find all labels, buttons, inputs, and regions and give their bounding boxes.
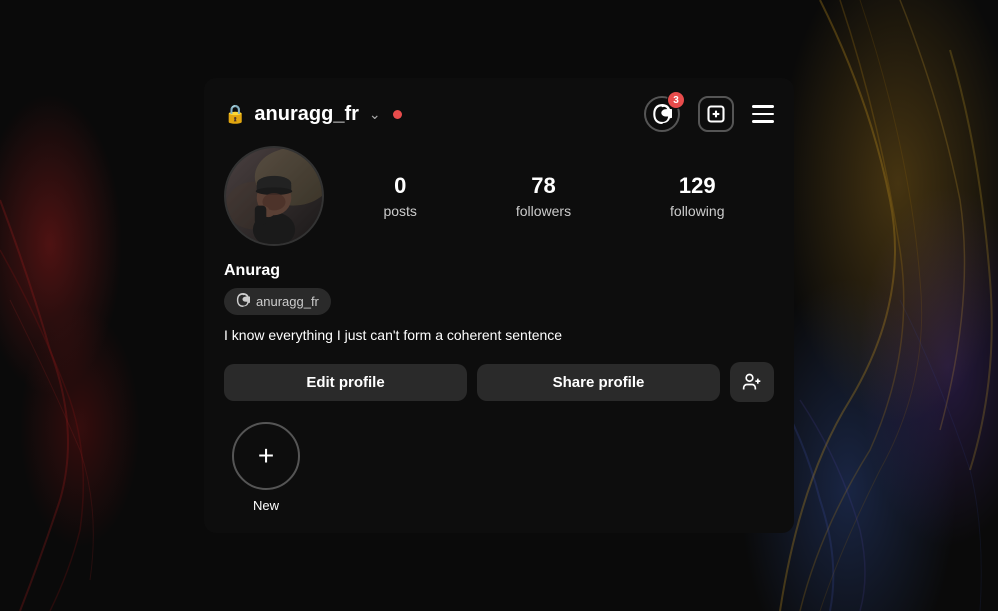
username-text: anuragg_fr <box>254 103 358 126</box>
followers-count: 78 <box>531 173 555 199</box>
lock-icon: 🔒 <box>224 104 246 125</box>
menu-line-3 <box>752 120 774 123</box>
profile-header: 🔒 anuragg_fr ⌄ 3 <box>204 78 794 146</box>
create-post-button[interactable] <box>698 96 734 132</box>
add-person-button[interactable] <box>730 362 774 402</box>
header-left: 🔒 anuragg_fr ⌄ <box>224 103 402 126</box>
action-buttons: Edit profile Share profile <box>204 362 794 422</box>
bio-text: I know everything I just can't form a co… <box>224 325 774 346</box>
display-name: Anurag <box>224 262 774 280</box>
edit-profile-button[interactable]: Edit profile <box>224 364 467 401</box>
followers-label: followers <box>516 203 571 219</box>
menu-line-2 <box>752 113 774 116</box>
share-profile-button[interactable]: Share profile <box>477 364 720 401</box>
posts-stat[interactable]: 0 posts <box>383 173 416 219</box>
threads-icon <box>652 104 672 124</box>
followers-stat[interactable]: 78 followers <box>516 173 571 219</box>
new-story-section: + New <box>212 422 320 513</box>
notification-count-badge: 3 <box>667 91 685 109</box>
following-count: 129 <box>679 173 716 199</box>
posts-count: 0 <box>394 173 406 199</box>
stats-items: 0 posts 78 followers 129 following <box>324 173 774 219</box>
threads-small-icon <box>236 293 250 310</box>
profile-avatar[interactable] <box>224 146 324 246</box>
profile-card: 🔒 anuragg_fr ⌄ 3 <box>204 78 794 533</box>
threads-handle-text: anuragg_fr <box>256 294 319 309</box>
menu-line-1 <box>752 105 774 108</box>
plus-square-icon <box>706 104 726 124</box>
posts-label: posts <box>383 203 416 219</box>
active-dot-indicator <box>393 110 402 119</box>
threads-notifications-button[interactable]: 3 <box>644 96 680 132</box>
following-label: following <box>670 203 724 219</box>
bio-section: Anurag anuragg_fr I know everything I ju… <box>204 262 794 362</box>
following-stat[interactable]: 129 following <box>670 173 724 219</box>
new-story-label: New <box>253 498 279 513</box>
hamburger-menu-button[interactable] <box>752 105 774 123</box>
chevron-down-icon[interactable]: ⌄ <box>369 106 381 123</box>
threads-handle-badge[interactable]: anuragg_fr <box>224 288 331 315</box>
stats-row: 0 posts 78 followers 129 following <box>204 146 794 262</box>
new-story-plus-icon: + <box>258 442 274 470</box>
new-story-button[interactable]: + <box>232 422 300 490</box>
add-person-icon <box>742 372 762 392</box>
header-right: 3 <box>644 96 774 132</box>
